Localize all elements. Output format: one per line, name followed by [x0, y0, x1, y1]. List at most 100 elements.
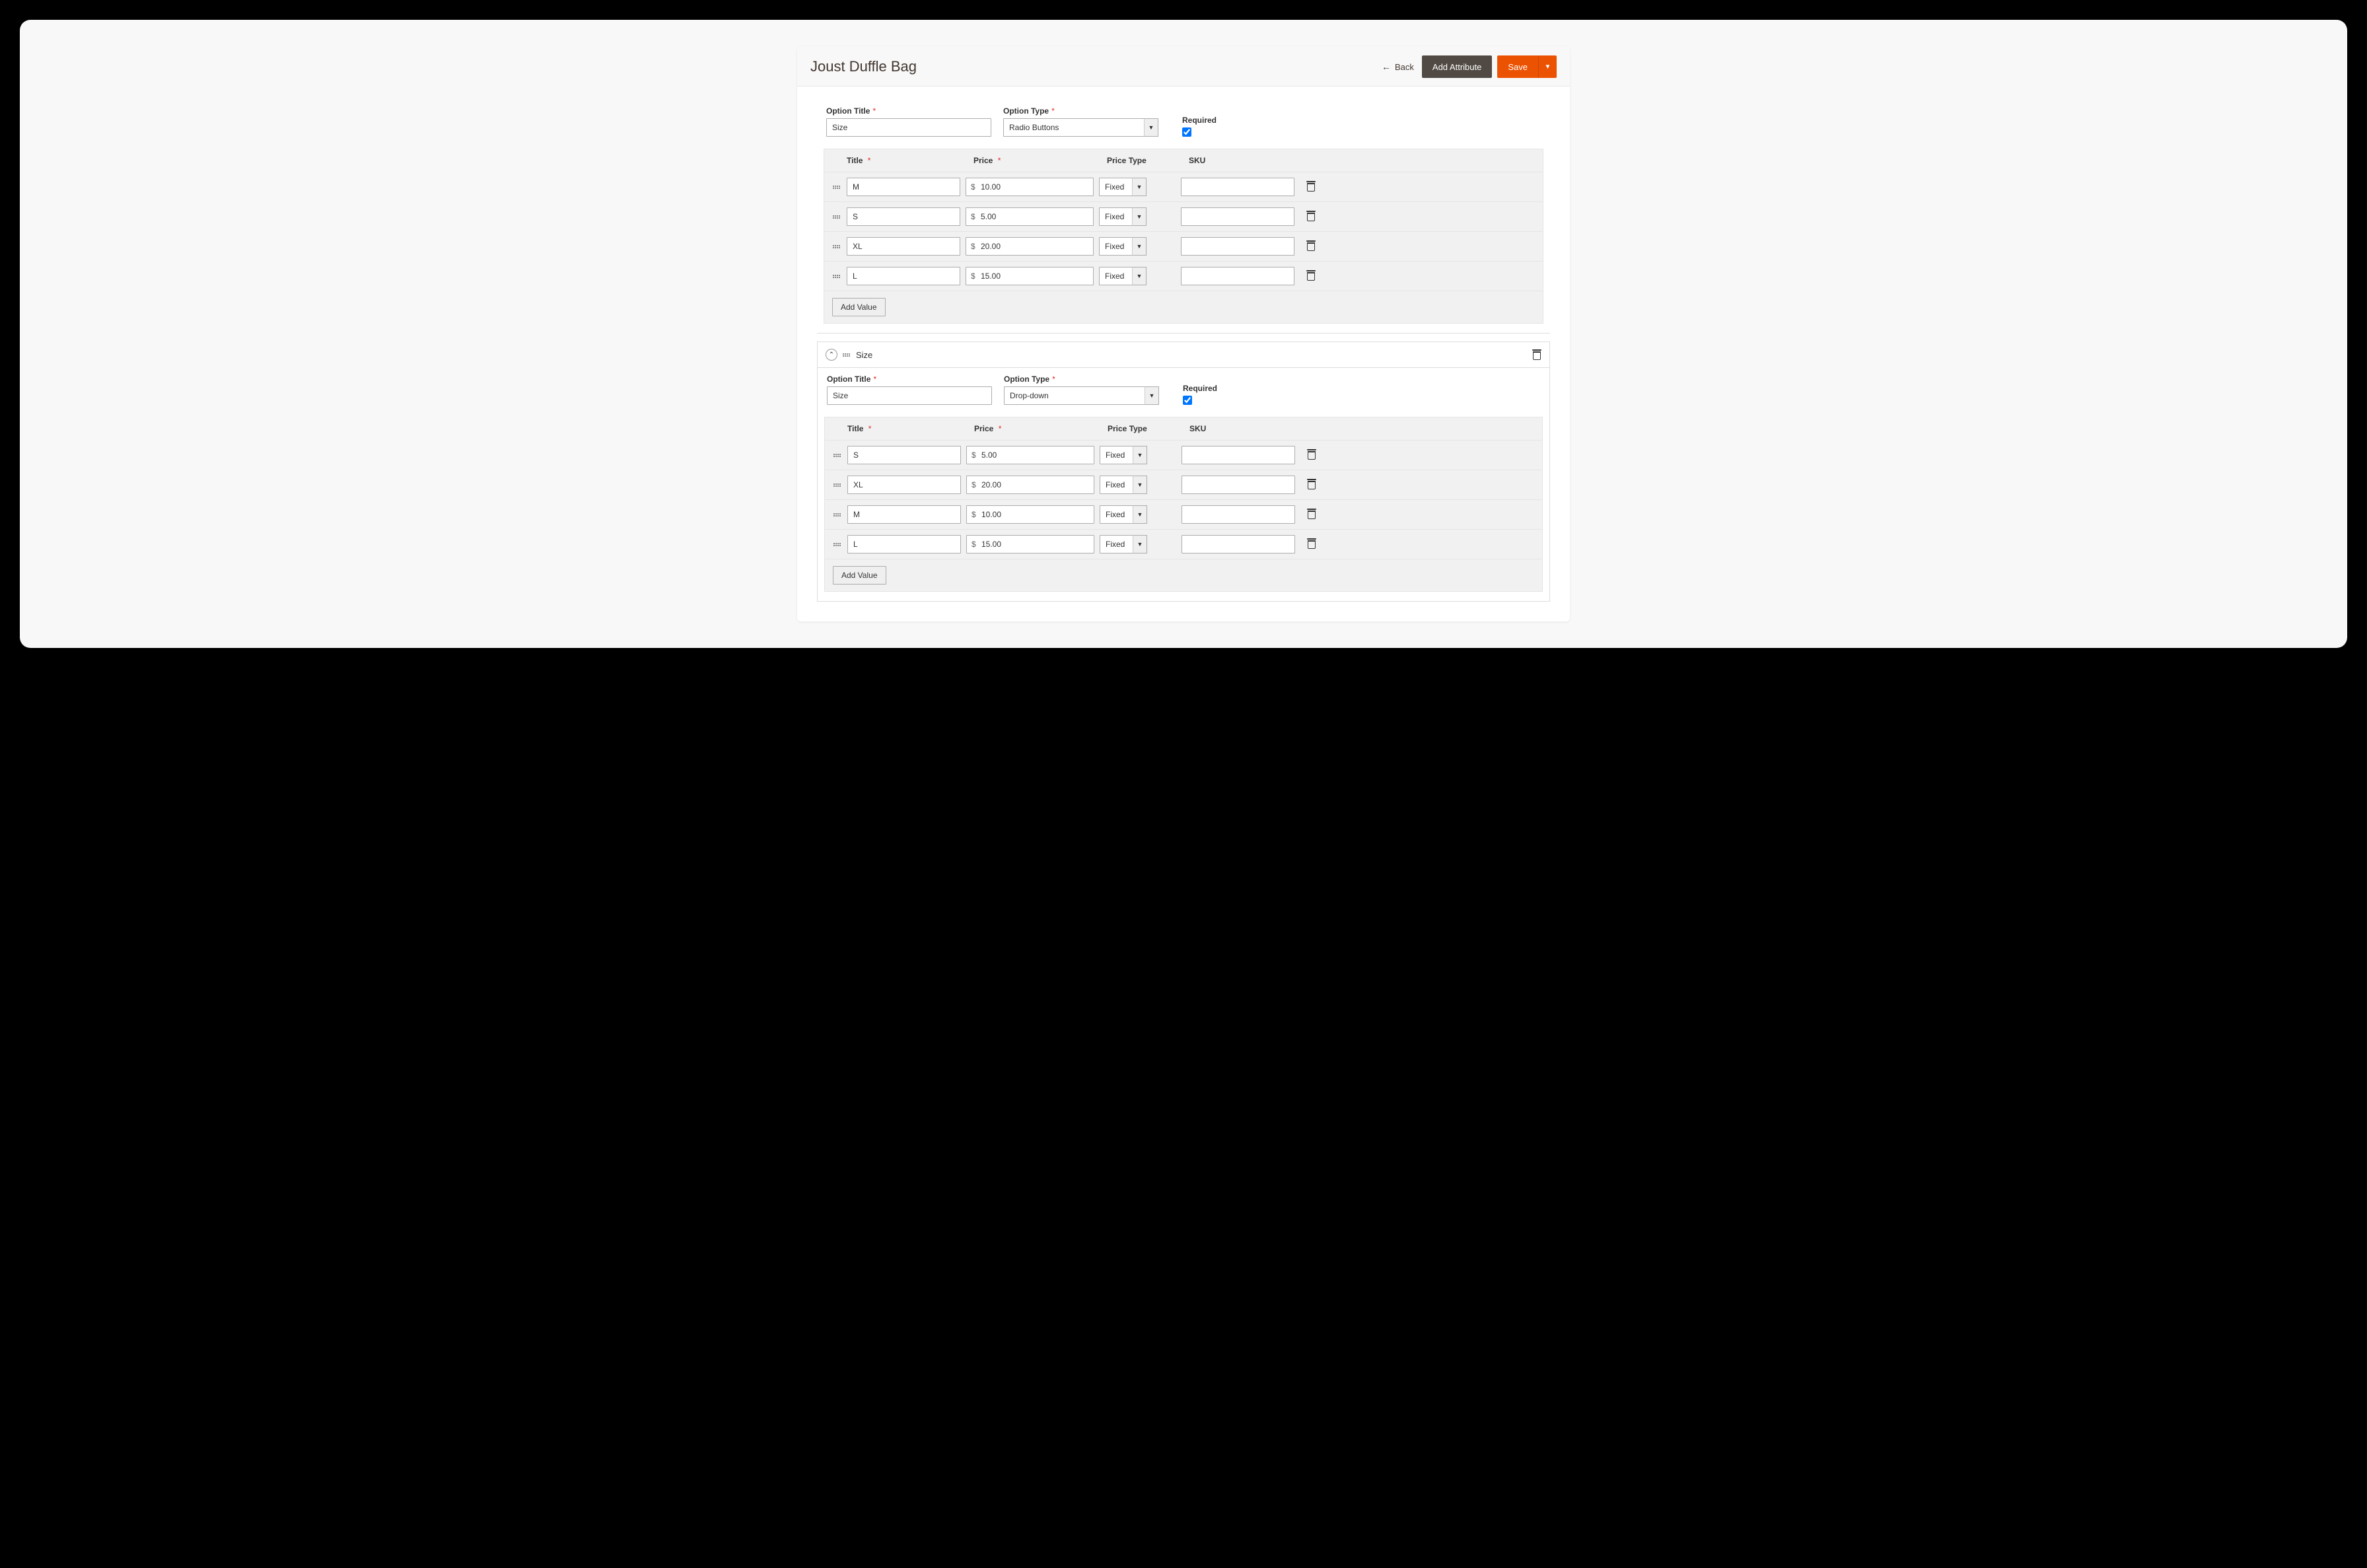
- col-pricetype-header: Price Type: [1108, 424, 1179, 433]
- drag-handle-icon[interactable]: [833, 211, 841, 222]
- value-row: $Fixed▼: [825, 470, 1542, 499]
- value-pricetype-select[interactable]: Fixed: [1099, 267, 1147, 285]
- option-required-checkbox[interactable]: [1183, 396, 1192, 405]
- col-price-header: Price *: [974, 424, 1097, 433]
- save-dropdown-toggle[interactable]: ▼: [1538, 55, 1557, 78]
- option-header-title: Size: [856, 350, 872, 360]
- add-attribute-button[interactable]: Add Attribute: [1422, 55, 1492, 78]
- drag-handle-icon[interactable]: [833, 480, 841, 490]
- values-header: Title *Price *Price TypeSKU: [824, 149, 1543, 172]
- arrow-left-icon: ←: [1382, 61, 1391, 72]
- option-required-field: Required: [1183, 384, 1217, 405]
- drag-handle-icon[interactable]: [833, 271, 841, 281]
- option-title-input[interactable]: [826, 118, 991, 137]
- option-title-field: Option Title*: [826, 106, 991, 137]
- option-type-label: Option Type*: [1003, 106, 1158, 116]
- value-title-input[interactable]: [847, 237, 960, 256]
- value-price-input[interactable]: [966, 267, 1094, 285]
- page-title: Joust Duffle Bag: [810, 58, 917, 75]
- value-title-input[interactable]: [847, 178, 960, 196]
- drag-handle-icon[interactable]: [833, 241, 841, 252]
- value-pricetype-select[interactable]: Fixed: [1099, 237, 1147, 256]
- col-pricetype-header: Price Type: [1107, 156, 1178, 165]
- value-row: $Fixed▼: [825, 440, 1542, 470]
- delete-value-icon[interactable]: [1307, 449, 1316, 460]
- caret-down-icon: ▼: [1545, 63, 1551, 71]
- option-required-label: Required: [1182, 116, 1217, 125]
- drag-handle-icon[interactable]: [833, 509, 841, 520]
- value-pricetype-select[interactable]: Fixed: [1100, 446, 1147, 464]
- delete-value-icon[interactable]: [1306, 270, 1316, 281]
- value-title-input[interactable]: [847, 446, 961, 464]
- add-value-button[interactable]: Add Value: [833, 566, 886, 585]
- value-price-input[interactable]: [966, 207, 1094, 226]
- option-header: ⌃ Size: [818, 342, 1549, 368]
- value-pricetype-select[interactable]: Fixed: [1100, 535, 1147, 553]
- values-header: Title * Price * Price Type SKU: [825, 417, 1542, 440]
- delete-option-icon[interactable]: [1532, 349, 1541, 360]
- value-title-input[interactable]: [847, 207, 960, 226]
- option-title-label: Option Title*: [827, 374, 992, 384]
- option-type-field: Option Type*Drop-down▼: [1004, 374, 1159, 405]
- option-type-select[interactable]: Drop-down: [1004, 386, 1159, 405]
- option-type-select[interactable]: Radio Buttons: [1003, 118, 1158, 137]
- value-sku-input[interactable]: [1182, 535, 1295, 553]
- option-required-checkbox[interactable]: [1182, 127, 1191, 137]
- delete-value-icon[interactable]: [1307, 479, 1316, 489]
- values-table: Title *Price *Price TypeSKU$Fixed▼$Fixed…: [824, 417, 1543, 592]
- save-button[interactable]: Save: [1497, 55, 1538, 78]
- option-type-field: Option Type*Radio Buttons▼: [1003, 106, 1158, 137]
- drag-handle-icon[interactable]: [833, 539, 841, 550]
- col-title-header: Title *: [847, 156, 963, 165]
- back-button[interactable]: ← Back: [1382, 61, 1414, 72]
- option-section: ⌃ Size Option Title* Option Type*Drop-down▼…: [817, 341, 1550, 602]
- value-row: $Fixed▼: [825, 499, 1542, 529]
- value-price-input[interactable]: [966, 476, 1094, 494]
- collapse-toggle-icon[interactable]: ⌃: [826, 349, 837, 361]
- value-sku-input[interactable]: [1181, 178, 1294, 196]
- delete-value-icon[interactable]: [1307, 538, 1316, 549]
- value-row: $Fixed▼: [824, 172, 1543, 201]
- value-title-input[interactable]: [847, 476, 961, 494]
- value-pricetype-select[interactable]: Fixed: [1099, 178, 1147, 196]
- value-sku-input[interactable]: [1182, 505, 1295, 524]
- delete-value-icon[interactable]: [1307, 509, 1316, 519]
- back-label: Back: [1395, 62, 1414, 72]
- value-row: $Fixed▼: [824, 261, 1543, 291]
- value-title-input[interactable]: [847, 505, 961, 524]
- drag-handle-icon[interactable]: [833, 450, 841, 460]
- values-table: Title *Price *Price TypeSKU$Fixed▼$Fixed…: [824, 149, 1543, 324]
- col-sku-header: SKU: [1189, 156, 1304, 165]
- value-row: $Fixed▼: [824, 201, 1543, 231]
- value-pricetype-select[interactable]: Fixed: [1100, 505, 1147, 524]
- option-required-label: Required: [1183, 384, 1217, 393]
- value-pricetype-select[interactable]: Fixed: [1099, 207, 1147, 226]
- option-section: Option Title*Option Type*Radio Buttons▼R…: [817, 100, 1550, 334]
- drag-handle-icon[interactable]: [843, 349, 851, 360]
- value-sku-input[interactable]: [1181, 237, 1294, 256]
- delete-value-icon[interactable]: [1306, 181, 1316, 192]
- value-sku-input[interactable]: [1181, 207, 1294, 226]
- value-price-input[interactable]: [966, 446, 1094, 464]
- page-header: Joust Duffle Bag ← Back Add Attribute Sa…: [797, 46, 1570, 87]
- drag-handle-icon[interactable]: [833, 182, 841, 192]
- value-row: $Fixed▼: [825, 529, 1542, 559]
- add-value-button[interactable]: Add Value: [832, 298, 886, 316]
- value-title-input[interactable]: [847, 267, 960, 285]
- value-price-input[interactable]: [966, 178, 1094, 196]
- delete-value-icon[interactable]: [1306, 211, 1316, 221]
- col-sku-header: SKU: [1189, 424, 1305, 433]
- col-title-header: Title *: [847, 424, 964, 433]
- value-price-input[interactable]: [966, 237, 1094, 256]
- value-title-input[interactable]: [847, 535, 961, 553]
- value-sku-input[interactable]: [1181, 267, 1294, 285]
- value-row: $Fixed▼: [824, 231, 1543, 261]
- value-sku-input[interactable]: [1182, 446, 1295, 464]
- value-price-input[interactable]: [966, 505, 1094, 524]
- option-required-field: Required: [1182, 116, 1217, 137]
- value-price-input[interactable]: [966, 535, 1094, 553]
- delete-value-icon[interactable]: [1306, 240, 1316, 251]
- value-pricetype-select[interactable]: Fixed: [1100, 476, 1147, 494]
- option-title-input[interactable]: [827, 386, 992, 405]
- value-sku-input[interactable]: [1182, 476, 1295, 494]
